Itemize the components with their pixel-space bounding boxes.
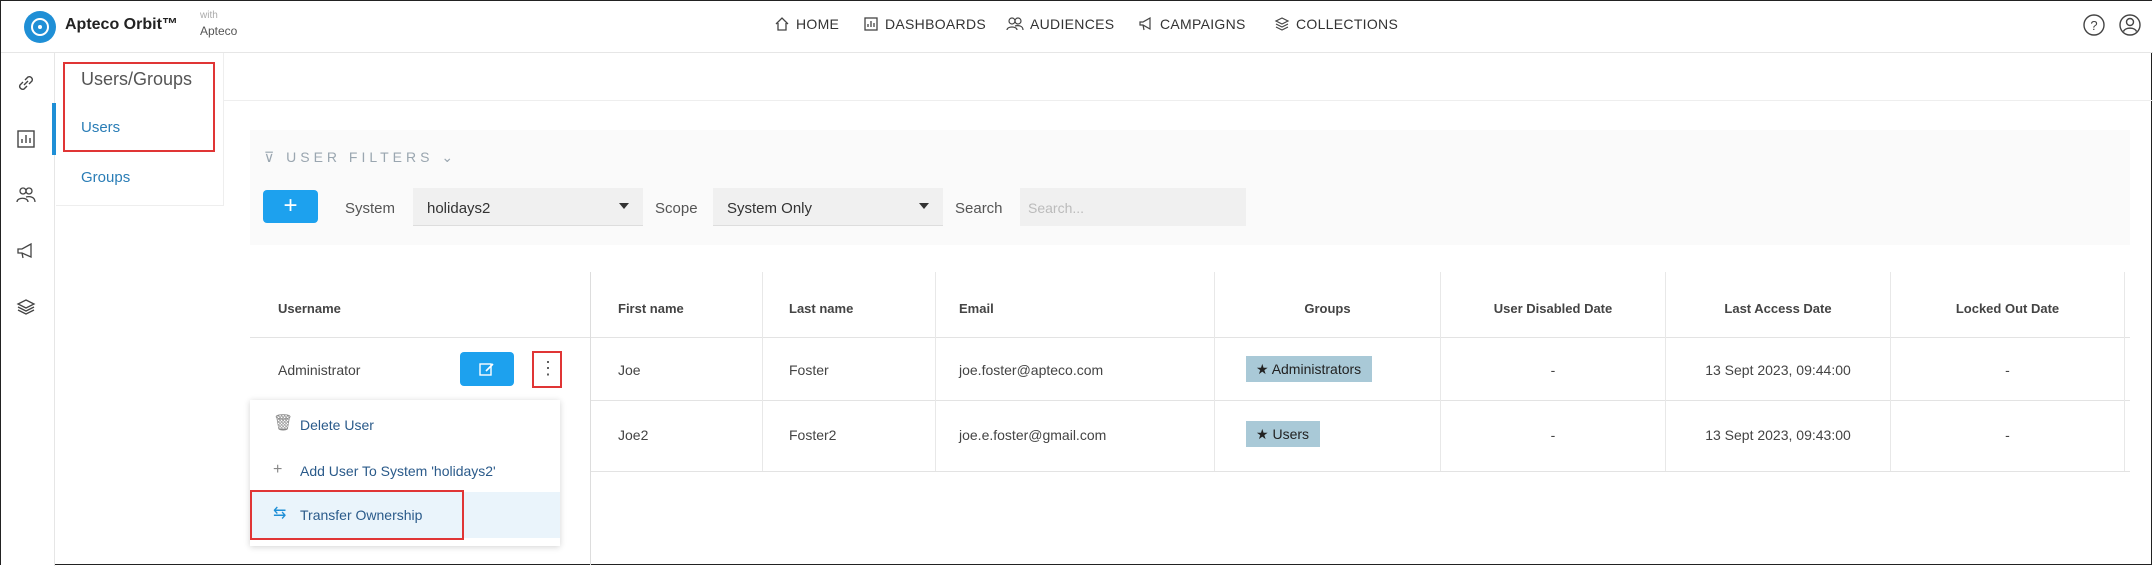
username-header: Username [278, 301, 341, 316]
nav-collections-label: COLLECTIONS [1296, 16, 1399, 32]
highlight-more-options [532, 351, 562, 388]
cell-last-name: Foster2 [789, 427, 837, 443]
dashboard-icon [864, 17, 878, 31]
header-last-access-date[interactable]: Last Access Date [1666, 301, 1890, 316]
subnav-item-groups[interactable]: Groups [81, 169, 130, 186]
content-divider [223, 100, 2153, 101]
filter-funnel-icon: ⊽ [264, 149, 279, 165]
group-badge-users: ★ Users [1246, 421, 1321, 447]
layers-rail-icon[interactable] [16, 297, 36, 317]
collections-icon [1274, 17, 1290, 31]
header-email[interactable]: Email [959, 301, 994, 316]
cell-user-disabled-date: - [1550, 427, 1556, 443]
chevron-down-icon: ⌄ [441, 149, 458, 165]
plus-icon: + [273, 461, 283, 478]
star-icon: ★ [1256, 361, 1269, 377]
nav-campaigns[interactable]: CAMPAIGNS [1138, 16, 1246, 32]
col-divider [762, 272, 763, 471]
search-label: Search [955, 200, 1003, 217]
left-rail [1, 53, 55, 566]
cell-locked-out-date: - [2005, 362, 2010, 378]
menu-item-add-label: Add User To System 'holidays2' [300, 463, 496, 479]
search-input[interactable]: Search... [1020, 188, 1246, 226]
col-divider [935, 272, 936, 471]
top-bar: Apteco Orbit™ with Apteco HOME DASHBOARD… [1, 1, 2153, 53]
table-split-divider [590, 272, 591, 565]
trash-icon: 🗑 [273, 415, 294, 432]
nav-audiences-label: AUDIENCES [1030, 16, 1115, 32]
megaphone-rail-icon[interactable] [16, 241, 36, 261]
header-groups[interactable]: Groups [1222, 301, 1433, 316]
username-cell: Administrator [278, 362, 361, 378]
cell-first-name: Joe2 [618, 427, 649, 443]
highlight-transfer-ownership [250, 490, 464, 540]
cell-last-access-date: 13 Sept 2023, 09:44:00 [1705, 362, 1851, 378]
star-icon: ★ [1256, 426, 1269, 442]
user-filters-title: USER FILTERS [286, 149, 434, 165]
people-rail-icon[interactable] [16, 185, 36, 205]
nav-home[interactable]: HOME [774, 16, 839, 32]
header-first-name[interactable]: First name [618, 301, 684, 316]
scope-select-value: System Only [727, 200, 813, 217]
user-filters-toggle[interactable]: ⊽ USER FILTERS ⌄ [264, 149, 457, 166]
system-label: System [345, 200, 396, 217]
row2-divider [591, 471, 2130, 472]
link-icon[interactable] [16, 73, 36, 93]
menu-item-delete-label: Delete User [300, 417, 374, 433]
brand-with-apteco: Apteco [200, 24, 238, 38]
add-user-button[interactable]: + [263, 190, 318, 223]
group-badge-label: Administrators [1271, 361, 1362, 377]
nav-audiences[interactable]: AUDIENCES [1006, 16, 1114, 32]
campaigns-icon [1139, 16, 1151, 31]
cell-email: joe.foster@apteco.com [959, 362, 1104, 378]
col-divider [1214, 272, 1215, 471]
right-header-divider [591, 337, 2130, 338]
user-filters-panel: ⊽ USER FILTERS ⌄ + System holidays2 Scop… [250, 130, 2130, 245]
cell-last-access-date: 13 Sept 2023, 09:43:00 [1705, 427, 1851, 443]
menu-item-delete-user[interactable]: 🗑 Delete User [250, 402, 560, 448]
system-caret-icon [619, 203, 629, 209]
apteco-logo-icon[interactable] [24, 11, 56, 43]
nav-home-label: HOME [796, 16, 840, 32]
col-divider [2124, 272, 2125, 471]
edit-user-button[interactable] [460, 352, 514, 386]
svg-text:?: ? [2090, 18, 2097, 33]
scope-caret-icon [919, 203, 929, 209]
nav-dashboards-label: DASHBOARDS [885, 16, 987, 32]
edit-icon [479, 363, 494, 376]
dashboard-rail-icon[interactable] [16, 129, 36, 149]
help-icon[interactable]: ? [2083, 14, 2105, 36]
nav-collections[interactable]: COLLECTIONS [1274, 16, 1398, 32]
group-badge-administrators: ★ Administrators [1246, 356, 1373, 382]
nav-campaigns-label: CAMPAIGNS [1160, 16, 1246, 32]
home-icon [775, 17, 789, 31]
audiences-icon [1006, 17, 1024, 31]
cell-user-disabled-date: - [1550, 362, 1556, 378]
scope-label: Scope [655, 200, 698, 217]
cell-first-name: Joe [618, 362, 641, 378]
cell-locked-out-date: - [2005, 427, 2010, 443]
scope-select[interactable]: System Only [713, 188, 943, 226]
cell-email: joe.e.foster@gmail.com [959, 427, 1107, 443]
row1-divider [591, 400, 2130, 401]
system-select[interactable]: holidays2 [413, 188, 643, 226]
header-locked-out-date[interactable]: Locked Out Date [1891, 301, 2124, 316]
header-user-disabled-date[interactable]: User Disabled Date [1441, 301, 1665, 316]
brand-name[interactable]: Apteco Orbit™ [65, 16, 178, 34]
menu-item-add-user-to-system[interactable]: + Add User To System 'holidays2' [250, 448, 560, 494]
group-badge-label: Users [1272, 426, 1310, 442]
brand-with-label: with [200, 10, 218, 21]
highlight-users-nav [63, 62, 215, 152]
user-account-icon[interactable] [2119, 14, 2141, 36]
left-header-divider [250, 337, 590, 338]
system-select-value: holidays2 [427, 200, 491, 217]
header-last-name[interactable]: Last name [789, 301, 853, 316]
cell-last-name: Foster [789, 362, 829, 378]
nav-dashboards[interactable]: DASHBOARDS [863, 16, 986, 32]
